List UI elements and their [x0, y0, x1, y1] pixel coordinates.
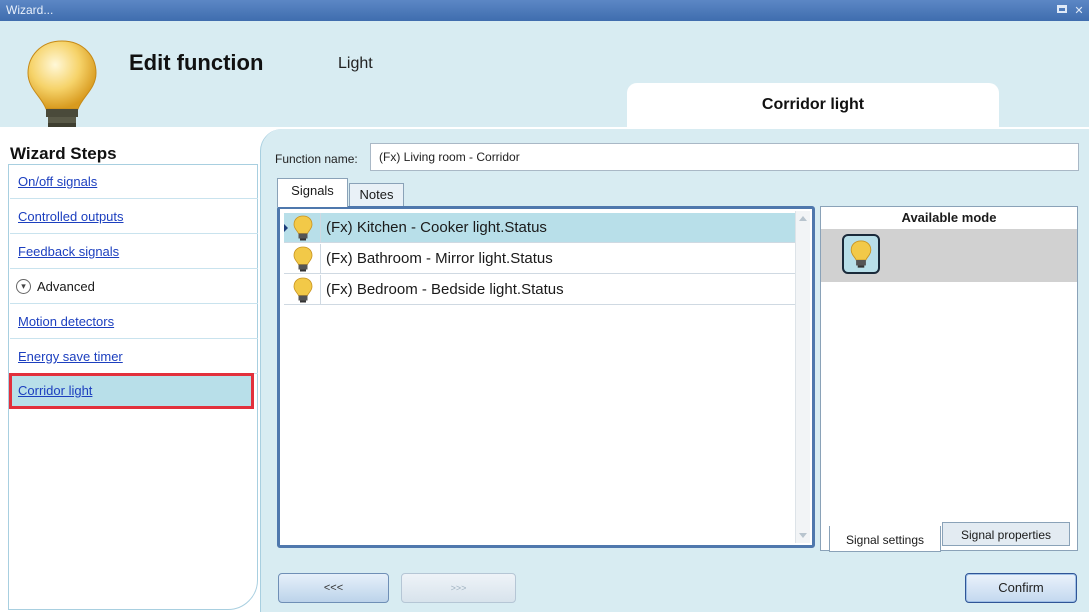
row-indicator-cell	[284, 244, 290, 274]
sidebar-item-onoff-signals[interactable]: On/off signals	[10, 165, 258, 199]
sidebar-item-label[interactable]: Feedback signals	[18, 244, 119, 259]
sidebar-item-label[interactable]: On/off signals	[18, 174, 97, 189]
wizard-header: Edit function Light Corridor light	[0, 21, 1089, 146]
wizard-steps-list: On/off signals Controlled outputs Feedba…	[8, 164, 258, 610]
next-button[interactable]: >>>	[401, 573, 516, 603]
tab-signal-properties[interactable]: Signal properties	[942, 522, 1070, 546]
window-title: Wizard...	[6, 3, 54, 17]
sidebar-item-label[interactable]: Corridor light	[18, 383, 92, 398]
close-icon[interactable]: ✕	[1073, 5, 1085, 17]
available-mode-panel: Available mode	[820, 206, 1078, 551]
sidebar-title: Wizard Steps	[10, 144, 117, 163]
light-mode-button[interactable]	[842, 234, 880, 274]
sidebar-advanced-toggle[interactable]: ▾ Advanced	[10, 270, 258, 304]
light-bulb-icon	[293, 246, 313, 271]
window-titlebar: Wizard... ✕	[0, 0, 1089, 21]
table-row[interactable]: (Fx) Bathroom - Mirror light.Status	[284, 243, 796, 274]
sidebar-item-label[interactable]: Controlled outputs	[18, 209, 124, 224]
back-button[interactable]: <<<	[278, 573, 389, 603]
signal-name: (Fx) Bedroom - Bedside light.Status	[320, 274, 564, 305]
light-bulb-icon	[850, 240, 872, 268]
row-indicator-icon	[284, 213, 290, 243]
main-panel: Function name: Signals Notes (Fx) Kitche…	[260, 129, 1089, 612]
available-mode-row	[821, 229, 1077, 282]
window-controls: ✕	[1057, 0, 1085, 21]
table-row[interactable]: (Fx) Bedroom - Bedside light.Status	[284, 274, 796, 305]
chevron-down-circle-icon[interactable]: ▾	[16, 279, 31, 294]
function-type: Light	[338, 55, 373, 72]
function-name-input[interactable]	[370, 143, 1079, 171]
light-bulb-icon	[293, 277, 313, 302]
sidebar-item-feedback-signals[interactable]: Feedback signals	[10, 235, 258, 269]
vertical-scrollbar[interactable]	[795, 211, 810, 543]
sidebar-item-corridor-light[interactable]: Corridor light	[9, 373, 254, 409]
confirm-button[interactable]: Confirm	[965, 573, 1077, 603]
current-step-tab: Corridor light	[627, 83, 999, 127]
tab-signal-settings[interactable]: Signal settings	[829, 526, 941, 552]
sidebar-item-motion-detectors[interactable]: Motion detectors	[10, 305, 258, 339]
scroll-down-icon[interactable]	[799, 533, 807, 538]
signal-name: (Fx) Bathroom - Mirror light.Status	[320, 243, 553, 274]
sidebar-item-label: Advanced	[37, 278, 95, 294]
row-indicator-cell	[284, 275, 290, 305]
table-row[interactable]: (Fx) Kitchen - Cooker light.Status	[284, 212, 796, 243]
available-mode-title: Available mode	[901, 210, 997, 225]
scroll-up-icon[interactable]	[799, 216, 807, 221]
sidebar-item-controlled-outputs[interactable]: Controlled outputs	[10, 200, 258, 234]
light-bulb-icon	[293, 215, 313, 240]
function-name-label: Function name:	[275, 152, 358, 166]
page-title: Edit function	[129, 50, 264, 75]
sidebar-item-label[interactable]: Energy save timer	[18, 349, 123, 364]
sidebar-item-energy-save-timer[interactable]: Energy save timer	[10, 340, 258, 374]
maximize-icon[interactable]	[1057, 4, 1069, 17]
signal-name: (Fx) Kitchen - Cooker light.Status	[320, 212, 547, 243]
tab-notes[interactable]: Notes	[349, 183, 404, 207]
sidebar-item-label[interactable]: Motion detectors	[18, 314, 114, 329]
signals-grid: (Fx) Kitchen - Cooker light.Status (Fx) …	[277, 206, 815, 548]
wizard-steps-sidebar: Wizard Steps On/off signals Controlled o…	[0, 140, 260, 612]
tab-signals[interactable]: Signals	[277, 178, 348, 207]
